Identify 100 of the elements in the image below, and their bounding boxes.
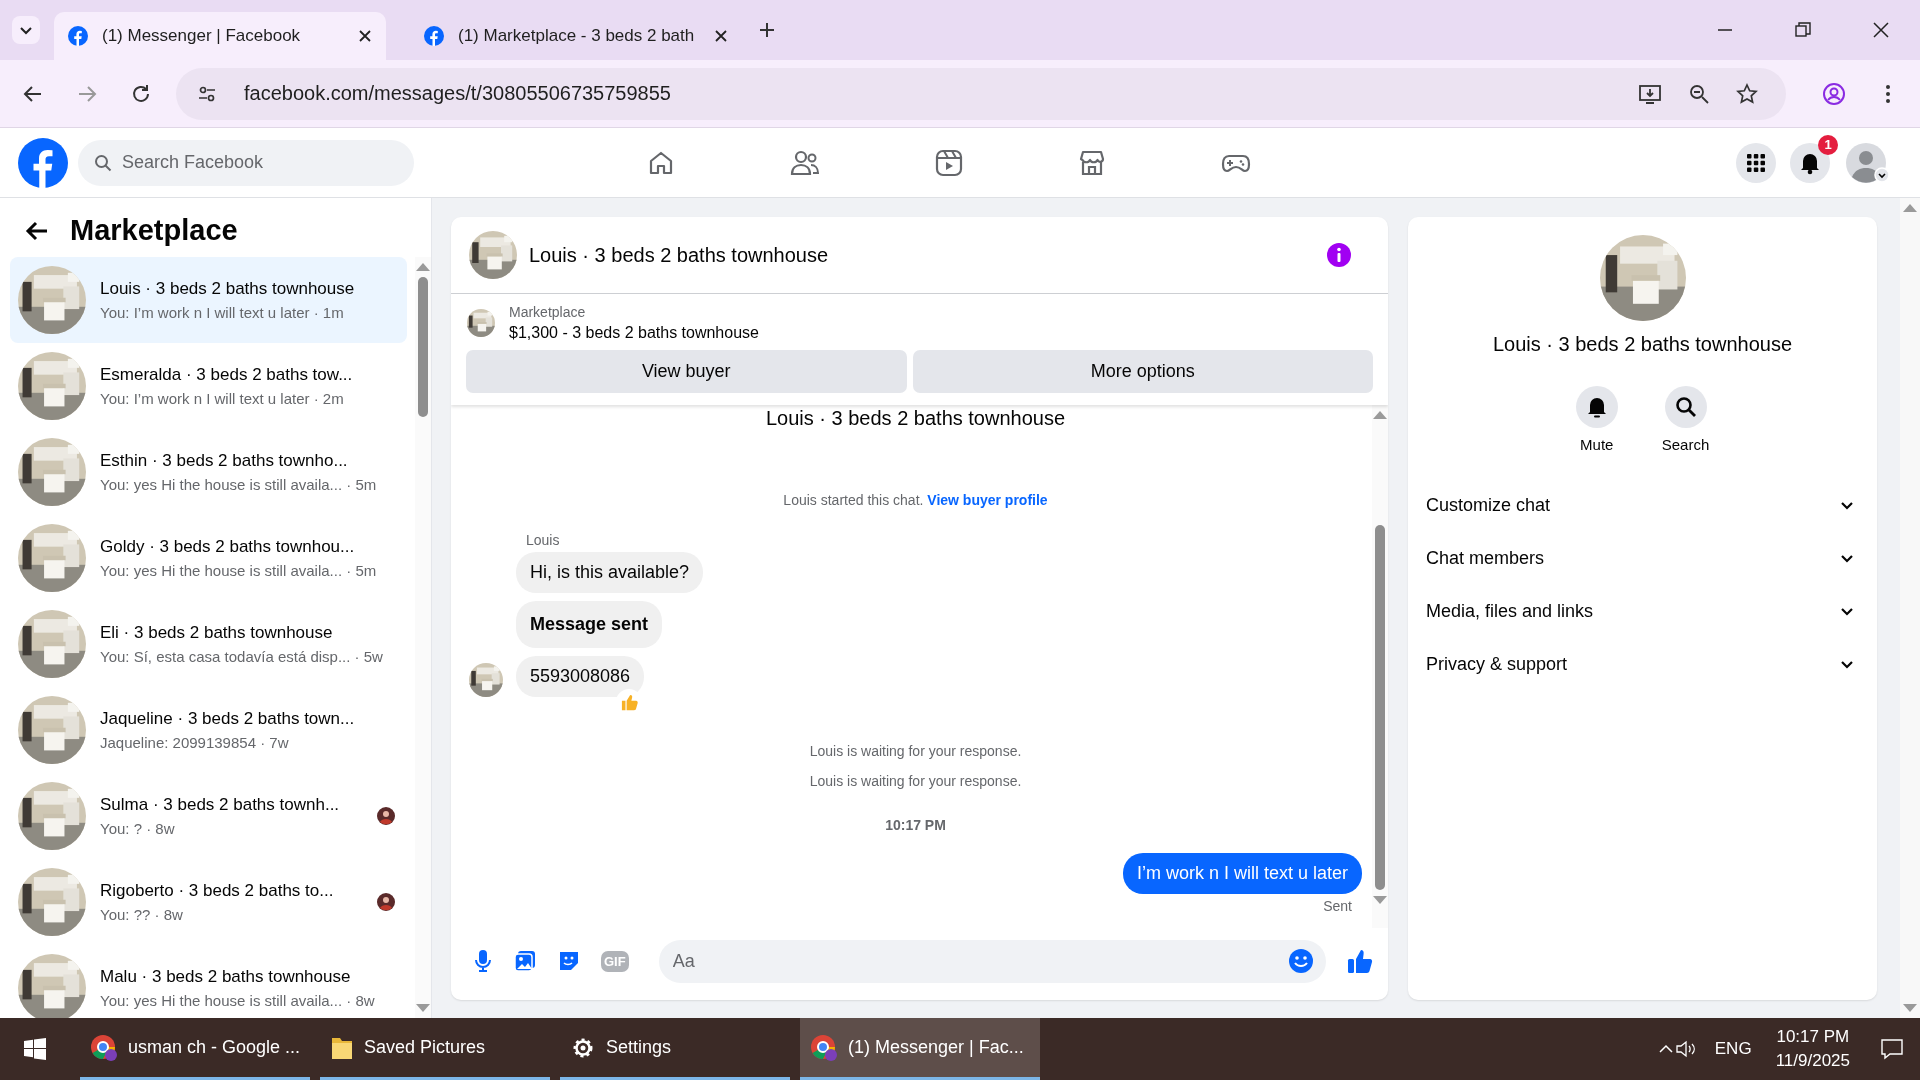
facebook-logo-icon	[424, 26, 444, 46]
video-icon[interactable]	[934, 147, 964, 178]
chat-title: Louis · 3 beds 2 baths townhouse	[529, 243, 829, 267]
message-bubble: Hi, is this available?	[516, 552, 704, 593]
conversation-item[interactable]: Eli · 3 beds 2 baths townhouse You: Sí, esta casa todavía está disp... · 5w	[10, 601, 407, 687]
tab-list-icon[interactable]	[12, 16, 40, 44]
waiting-notice: Louis is waiting for your response.	[809, 743, 1022, 759]
details-section[interactable]: Customize chat	[1408, 479, 1877, 532]
image-icon[interactable]	[513, 949, 537, 973]
clock-time[interactable]: 10:17 PM	[1776, 1027, 1850, 1047]
scrollbar[interactable]	[1372, 405, 1388, 928]
action-label: Mute	[1580, 436, 1614, 453]
message-bar[interactable]: Aa	[658, 939, 1326, 983]
conversation-item[interactable]: Sulma · 3 beds 2 baths townh... You: ? · 8w	[10, 773, 407, 859]
conversation-item[interactable]: Esmeralda · 3 beds 2 baths tow... You: I’m work n I will text u later · 2m	[10, 343, 407, 429]
listing-label: Marketplace	[509, 304, 587, 320]
conversation-item[interactable]: Jaqueline · 3 beds 2 baths town... Jaqueline: 2099139854 · 7w	[10, 687, 407, 773]
message-preview: Jaqueline: 2099139854 · 7w	[100, 734, 290, 751]
chrome-icon	[90, 1033, 118, 1062]
notifications-icon[interactable]	[1790, 142, 1830, 183]
message-preview: You: Sí, esta casa todavía está disp... · 5w	[100, 648, 384, 665]
tab-title: (1) Messenger | Facebook	[102, 26, 302, 46]
new-tab-icon[interactable]	[758, 21, 776, 39]
details-section[interactable]: Media, files and links	[1408, 585, 1877, 638]
conversation-name: Jaqueline · 3 beds 2 baths town...	[100, 709, 356, 729]
conversation-name: Eli · 3 beds 2 baths townhouse	[100, 623, 334, 643]
facebook-logo-icon	[68, 26, 88, 46]
conversation-name: Sulma · 3 beds 2 baths townh...	[100, 795, 341, 815]
emoji-icon[interactable]	[1288, 948, 1314, 974]
listing-button[interactable]: More options	[912, 350, 1373, 393]
sticker-icon[interactable]	[557, 949, 581, 973]
conversation-name: Malu · 3 beds 2 baths townhouse	[100, 967, 352, 987]
waiting-notice: Louis is waiting for your response.	[809, 773, 1022, 789]
clock-date[interactable]: 11/9/2025	[1775, 1051, 1850, 1071]
taskbar-app[interactable]: Saved Pictures	[320, 1018, 550, 1080]
listing-title: $1,300 - 3 beds 2 baths townhouse	[509, 324, 759, 342]
facebook-logo-icon[interactable]	[18, 137, 68, 188]
conversation-name: Rigoberto · 3 beds 2 baths to...	[100, 881, 335, 901]
conversation-item[interactable]: Esthin · 3 beds 2 baths townho... You: yes Hi the house is still availa... · 5m	[10, 429, 407, 515]
message-preview: You: I’m work n I will text u later · 2m	[100, 390, 345, 407]
sender-name: Louis	[526, 532, 561, 548]
taskbar-app[interactable]: Settings	[560, 1018, 790, 1080]
scrollbar[interactable]	[1900, 198, 1920, 1018]
taskbar-app[interactable]: usman ch - Google ...	[80, 1018, 310, 1080]
message-preview: You: yes Hi the house is still availa... · 5m	[100, 562, 378, 579]
message-preview: You: ? · 8w	[100, 820, 176, 837]
notification-center-icon[interactable]	[1880, 1038, 1904, 1060]
message-preview: You: ?? · 8w	[100, 906, 184, 923]
message-bubble: I’m work n I will text u later	[1122, 853, 1362, 894]
windows-start-icon[interactable]	[24, 1038, 46, 1060]
star-icon[interactable]	[1736, 82, 1758, 105]
conversation-item[interactable]: Louis · 3 beds 2 baths townhouse You: I’m work n I will text u later · 1m	[10, 257, 407, 343]
reload-icon[interactable]	[130, 82, 152, 105]
url-text: facebook.com/messages/t/30805506735759855	[244, 82, 671, 105]
conversation-item[interactable]: Rigoberto · 3 beds 2 baths to... You: ?? · 8w	[10, 859, 407, 945]
restore-icon[interactable]	[1795, 22, 1811, 38]
conversation-item[interactable]: Malu · 3 beds 2 baths townhouse You: yes Hi the house is still availa... · 8w	[10, 945, 407, 1018]
info-icon[interactable]	[1326, 242, 1352, 268]
message-preview: You: yes Hi the house is still availa... · 8w	[100, 992, 376, 1009]
close-icon[interactable]	[358, 29, 372, 43]
zoom-out-icon[interactable]	[1688, 82, 1710, 105]
sidebar-title: Marketplace	[70, 214, 238, 247]
message-field[interactable]: Aa	[672, 941, 1288, 981]
close-icon[interactable]	[1873, 22, 1889, 38]
contact-name: Louis · 3 beds 2 baths townhouse	[1492, 333, 1793, 356]
chrome-icon	[810, 1033, 838, 1062]
conversation-name: Esmeralda · 3 beds 2 baths tow...	[100, 365, 354, 385]
action-label: Search	[1661, 436, 1710, 453]
message-status: Sent	[1323, 898, 1352, 914]
thread-heading: Louis · 3 beds 2 baths townhouse	[765, 407, 1066, 430]
conversation-name: Goldy · 3 beds 2 baths townhou...	[100, 537, 356, 557]
search-field[interactable]: Search Facebook	[122, 142, 398, 183]
conversation-item[interactable]: Goldy · 3 beds 2 baths townhou... You: yes Hi the house is still availa... · 5m	[10, 515, 407, 601]
scrollbar[interactable]	[415, 257, 431, 1018]
address-bar[interactable]: facebook.com/messages/t/30805506735759855	[176, 67, 1786, 120]
notification-badge: 1	[1818, 134, 1838, 155]
microphone-icon[interactable]	[473, 949, 493, 973]
speaker-icon[interactable]	[1674, 1039, 1697, 1059]
details-section[interactable]: Privacy & support	[1408, 638, 1877, 691]
conversation-name: Esthin · 3 beds 2 baths townho...	[100, 451, 349, 471]
search-bar[interactable]: Search Facebook	[78, 139, 414, 186]
conversation-name: Louis · 3 beds 2 baths townhouse	[100, 279, 356, 299]
listing-button[interactable]: View buyer	[466, 350, 907, 393]
view-buyer-profile-link[interactable]: View buyer profile	[927, 492, 1048, 508]
chat-started-notice: Louis started this chat. View buyer profile	[783, 492, 1048, 508]
browser-tab[interactable]: (1) Marketplace - 3 beds 2 bath	[410, 12, 742, 60]
bell-icon[interactable]	[1575, 386, 1618, 428]
apps-grid-icon[interactable]	[1736, 142, 1776, 183]
details-section[interactable]: Chat members	[1408, 532, 1877, 585]
language-indicator[interactable]: ENG	[1714, 1039, 1752, 1059]
like-icon[interactable]	[1346, 947, 1374, 975]
browser-tab[interactable]: (1) Messenger | Facebook	[54, 12, 386, 60]
profile-icon[interactable]	[1822, 81, 1846, 106]
search-icon[interactable]	[1664, 386, 1707, 428]
message-preview: You: yes Hi the house is still availa... · 5m	[100, 476, 378, 493]
close-icon[interactable]	[714, 29, 728, 43]
taskbar-app[interactable]: (1) Messenger | Fac...	[800, 1018, 1040, 1080]
message-time: 10:17 PM	[885, 817, 946, 833]
message-bubble: 5593008086	[516, 656, 645, 697]
message-bubble: Message sent	[516, 601, 663, 648]
